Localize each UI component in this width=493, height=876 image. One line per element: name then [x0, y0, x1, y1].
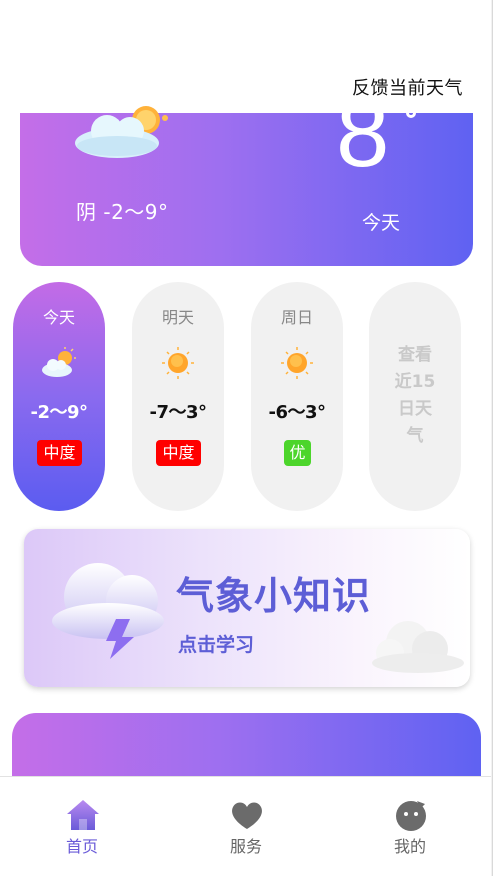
- forecast-temps: -6～3°: [268, 402, 326, 423]
- tab-services[interactable]: 服务: [201, 797, 291, 857]
- window-edge-inner: [491, 0, 492, 876]
- degree-symbol: [406, 108, 416, 118]
- tab-label: 服务: [229, 837, 262, 856]
- cloud-decoration-icon: [372, 621, 464, 673]
- aqi-badge: 中度: [37, 440, 82, 466]
- forecast-day: 今天: [42, 308, 75, 327]
- learn-link[interactable]: 点击学习: [178, 630, 254, 657]
- tab-profile[interactable]: 我的: [365, 797, 455, 857]
- forecast-day: 明天: [161, 308, 194, 327]
- today-weather-card[interactable]: 阴 -2～9° 8 今天: [20, 100, 473, 266]
- forecast-card-sunday[interactable]: 周日 -6～3° 优: [251, 282, 343, 511]
- tab-label: 我的: [393, 837, 426, 856]
- forecast-card-tomorrow[interactable]: 明天 -7～3° 中度: [132, 282, 224, 511]
- today-label: 今天: [362, 212, 401, 234]
- tab-label: 首页: [65, 837, 98, 856]
- cloudy-sun-icon: [42, 347, 76, 377]
- tab-home[interactable]: 首页: [37, 797, 127, 857]
- forecast-temps: -2～9°: [30, 402, 88, 423]
- storm-cloud-icon: [52, 563, 164, 659]
- aqi-badge: 中度: [156, 440, 201, 466]
- knowledge-title: 气象小知识: [176, 574, 372, 618]
- sunny-icon: [162, 347, 194, 379]
- cloudy-sun-icon: [75, 106, 168, 158]
- sunny-icon: [281, 347, 313, 379]
- forecast-card-today[interactable]: 今天 -2～9° 中度: [13, 282, 105, 511]
- forecast-day: 周日: [280, 308, 313, 327]
- aqi-badge: 优: [284, 440, 311, 466]
- profile-icon: [396, 801, 426, 831]
- current-temperature: 8: [336, 100, 390, 187]
- more-days-label: 查看近15日天气: [394, 345, 436, 446]
- today-temp-range: 阴 -2～9°: [76, 200, 169, 224]
- heart-icon: [232, 802, 262, 829]
- feedback-weather-link[interactable]: 反馈当前天气: [352, 74, 487, 99]
- bottom-tab-bar: 首页 服务 我的: [0, 776, 491, 876]
- home-icon: [67, 800, 99, 830]
- more-days-button[interactable]: 查看近15日天气: [369, 282, 461, 511]
- forecast-temps: -7～3°: [149, 402, 207, 423]
- weather-knowledge-banner[interactable]: 气象小知识 点击学习: [24, 529, 470, 687]
